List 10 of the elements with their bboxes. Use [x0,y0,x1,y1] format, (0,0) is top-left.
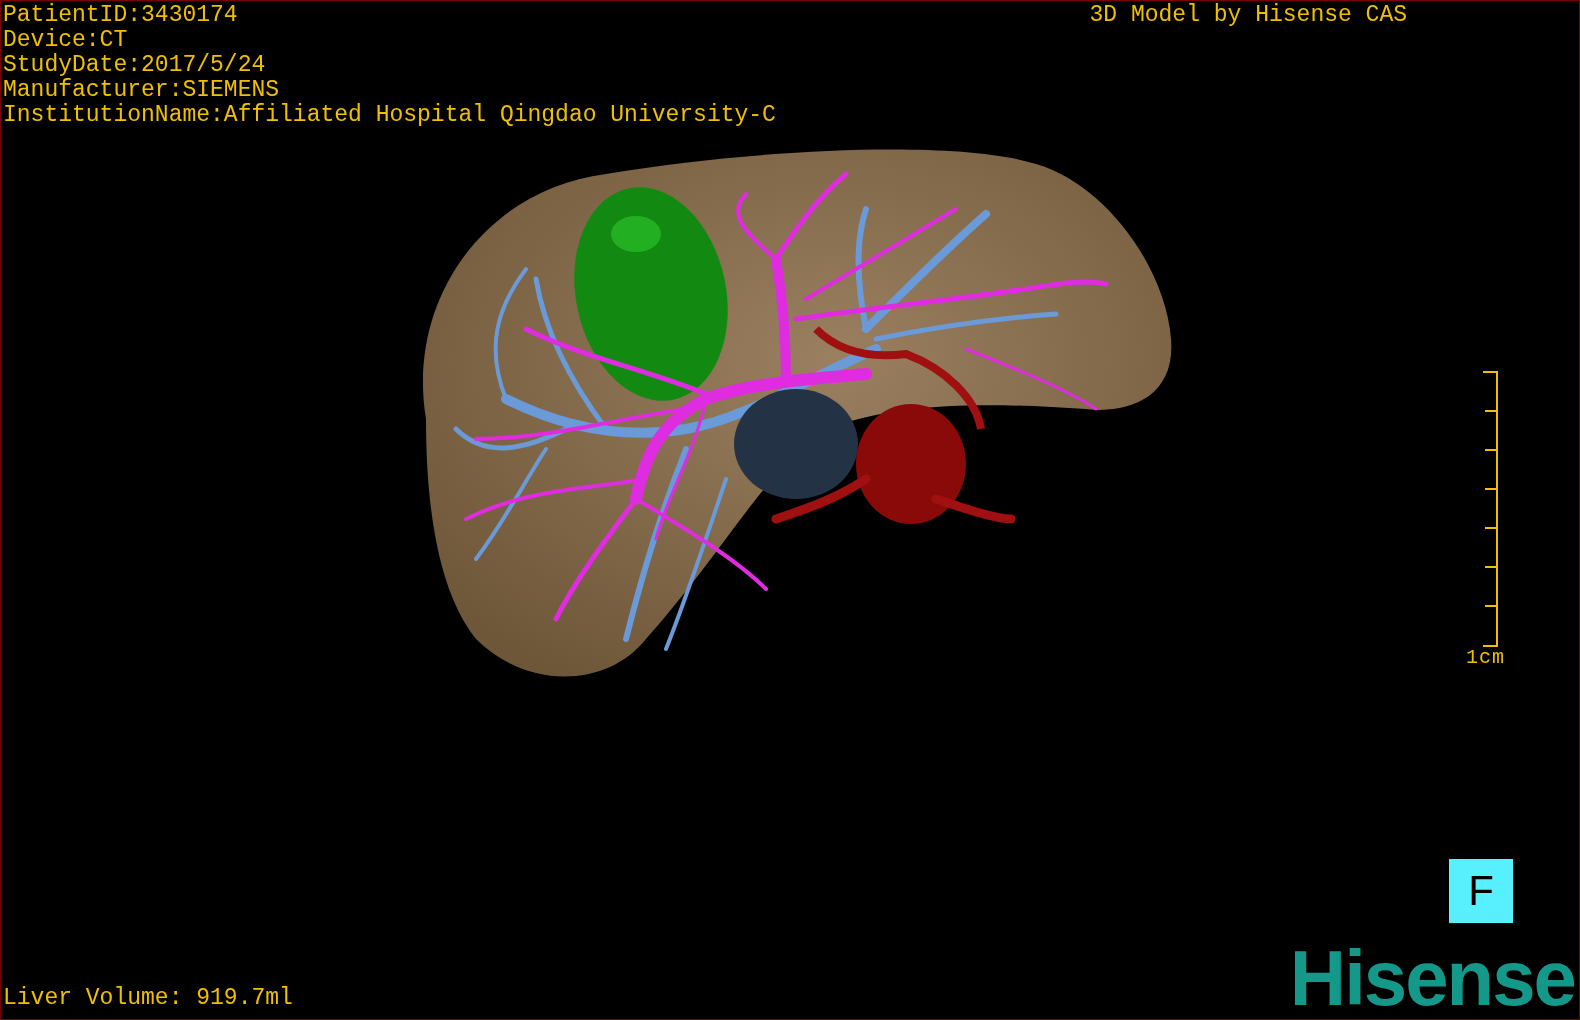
patient-info-line: Manufacturer:SIEMENS [3,78,280,103]
scale-bar-label: 1cm [1466,647,1505,669]
liver-volume-text: Liver Volume: 919.7ml [3,986,293,1011]
patient-info-line: PatientID:3430174 [3,3,238,28]
patient-info-line: StudyDate:2017/5/24 [3,53,266,78]
patient-info-line: Device:CT [3,28,128,53]
model-credit: 3D Model by Hisense CAS [1089,3,1407,28]
brand-logo: Hisense [1289,945,1575,1011]
orientation-marker: F [1449,859,1513,923]
patient-info-line: InstitutionName:Affiliated Hospital Qingdao University-C [3,103,776,128]
